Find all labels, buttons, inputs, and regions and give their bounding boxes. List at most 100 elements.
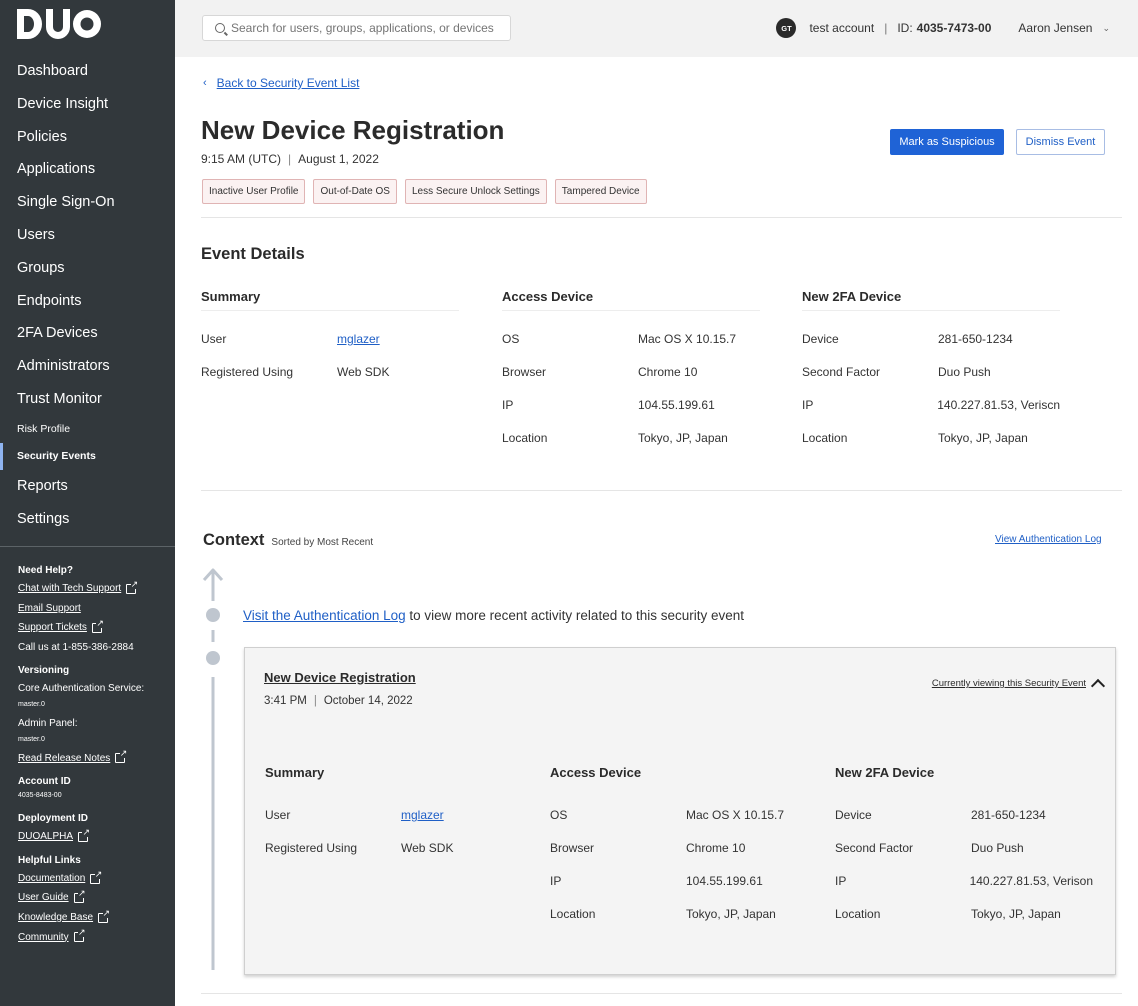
sidebar-nav: Dashboard Device Insight Policies Applic… — [0, 55, 175, 535]
detail-row: IP 104.55.199.61 — [550, 874, 763, 888]
detail-row: Second Factor Duo Push — [835, 841, 1024, 855]
access-device-column: Access Device OS Mac OS X 10.15.7 Browser… — [550, 765, 808, 931]
new-2fa-device-column: New 2FA Device Device 281-650-1234 Second… — [835, 765, 1093, 931]
event-date: August 1, 2022 — [298, 152, 379, 166]
admin-panel-label: Admin Panel: — [18, 717, 78, 729]
phone-number: Call us at 1-855-386-2884 — [18, 641, 134, 653]
summary-heading: Summary — [201, 289, 459, 311]
event-time: 9:15 AM (UTC) — [201, 152, 282, 166]
collapse-card-toggle[interactable]: Currently viewing this Security Event — [932, 676, 1106, 694]
top-bar: GT test account | ID: 4035-7473-00 Aaron… — [175, 0, 1138, 57]
duo-logo[interactable] — [17, 9, 101, 39]
sidebar-item-trust-monitor[interactable]: Trust Monitor — [0, 383, 175, 416]
core-auth-value: master.0 — [18, 700, 45, 708]
sidebar-item-single-sign-on[interactable]: Single Sign-On — [0, 186, 175, 219]
account-id-value: 4035-7473-00 — [916, 21, 992, 35]
external-link-icon — [73, 927, 86, 943]
email-support-link[interactable]: Email Support — [18, 599, 168, 619]
sidebar-item-dashboard[interactable]: Dashboard — [0, 55, 175, 88]
account-id-heading: Account ID — [18, 776, 71, 788]
search-input[interactable] — [231, 21, 501, 35]
admin-panel-value: master.0 — [18, 735, 45, 743]
account-area: GT test account | ID: 4035-7473-00 Aaron… — [776, 18, 1110, 38]
event-timestamp: 9:15 AM (UTC) | August 1, 2022 — [201, 152, 379, 166]
visit-auth-log-text: Visit the Authentication Log to view mor… — [243, 608, 745, 623]
sidebar-item-risk-profile[interactable]: Risk Profile — [0, 416, 175, 443]
sidebar-item-device-insight[interactable]: Device Insight — [0, 88, 175, 121]
chevron-down-icon[interactable]: ⌄ — [1102, 23, 1110, 34]
sidebar-item-settings[interactable]: Settings — [0, 503, 175, 536]
search-box[interactable] — [202, 15, 511, 41]
external-link-icon — [73, 888, 86, 904]
detail-row: Device 281-650-1234 — [835, 808, 1046, 822]
external-link-icon — [115, 748, 128, 764]
account-name: test account — [809, 21, 875, 35]
sidebar-item-endpoints[interactable]: Endpoints — [0, 285, 175, 318]
account-id-value: 4035-8483-00 — [18, 792, 62, 800]
card-title[interactable]: New Device Registration — [264, 670, 416, 685]
access-device-heading: Access Device — [502, 289, 760, 311]
deployment-id-heading: Deployment ID — [18, 813, 89, 825]
user-menu[interactable]: Aaron Jensen — [1018, 21, 1092, 35]
detail-row: Registered Using Web SDK — [201, 365, 390, 379]
sidebar-item-users[interactable]: Users — [0, 219, 175, 252]
detail-row: IP 104.55.199.61 — [502, 398, 715, 412]
user-link[interactable]: mglazer — [337, 332, 380, 346]
divider — [201, 993, 1122, 994]
access-device-column: Access Device OS Mac OS X 10.15.7 Browser… — [502, 289, 760, 455]
sidebar: Dashboard Device Insight Policies Applic… — [0, 0, 175, 1006]
external-link-icon — [90, 868, 103, 884]
risk-tags: Inactive User Profile Out-of-Date OS Les… — [202, 179, 647, 204]
sidebar-item-applications[interactable]: Applications — [0, 153, 175, 186]
mark-suspicious-button[interactable]: Mark as Suspicious — [890, 129, 1004, 155]
external-link-icon — [91, 617, 104, 633]
detail-row: Browser Chrome 10 — [550, 841, 746, 855]
knowledge-base-link[interactable]: Knowledge Base — [18, 907, 168, 928]
card-timestamp: 3:41 PM | October 14, 2022 — [264, 695, 413, 707]
detail-row: Location Tokyo, JP, Japan — [835, 907, 1061, 921]
detail-row: User mglazer — [265, 808, 444, 822]
sidebar-item-policies[interactable]: Policies — [0, 121, 175, 154]
search-icon — [215, 23, 225, 33]
new-2fa-device-column: New 2FA Device Device 281-650-1234 Second… — [802, 289, 1060, 455]
deployment-id-link[interactable]: DUOALPHA — [18, 826, 168, 847]
risk-tag: Less Secure Unlock Settings — [404, 179, 547, 204]
account-id-label: ID: — [897, 21, 913, 35]
page-title: New Device Registration — [201, 115, 505, 145]
release-notes-link[interactable]: Read Release Notes — [18, 748, 168, 769]
support-tickets-link[interactable]: Support Tickets — [18, 617, 168, 638]
chat-support-link[interactable]: Chat with Tech Support — [18, 578, 168, 599]
help-panel: Need Help? Chat with Tech Support Email … — [18, 565, 168, 947]
helpful-links-heading: Helpful Links — [18, 854, 81, 866]
sidebar-item-reports[interactable]: Reports — [0, 470, 175, 503]
need-help-heading: Need Help? — [18, 565, 74, 576]
documentation-link[interactable]: Documentation — [18, 868, 168, 889]
risk-tag: Out-of-Date OS — [313, 179, 397, 204]
sidebar-divider — [0, 546, 175, 547]
detail-row: OS Mac OS X 10.15.7 — [502, 332, 737, 346]
community-link[interactable]: Community — [18, 927, 168, 948]
detail-row: IP 140.227.81.53, Veriscn — [802, 398, 1060, 412]
breadcrumb: ‹ Back to Security Event List — [203, 76, 359, 90]
detail-row: Browser Chrome 10 — [502, 365, 698, 379]
sidebar-item-2fa-devices[interactable]: 2FA Devices — [0, 317, 175, 350]
avatar[interactable]: GT — [776, 18, 797, 38]
user-link[interactable]: mglazer — [401, 808, 444, 822]
sidebar-item-security-events[interactable]: Security Events — [0, 442, 175, 470]
back-link[interactable]: Back to Security Event List — [217, 76, 360, 90]
external-link-icon — [126, 578, 139, 594]
summary-column: Summary User mglazer Registered Using Web … — [265, 765, 523, 865]
sidebar-item-groups[interactable]: Groups — [0, 252, 175, 285]
divider — [201, 217, 1122, 218]
user-guide-link[interactable]: User Guide — [18, 888, 168, 908]
visit-auth-log-link[interactable]: Visit the Authentication Log — [243, 608, 406, 623]
detail-row: Device 281-650-1234 — [802, 332, 1013, 346]
dismiss-event-button[interactable]: Dismiss Event — [1016, 129, 1105, 155]
header-separator: | — [884, 21, 888, 35]
chevron-left-icon[interactable]: ‹ — [203, 77, 207, 89]
new-2fa-heading: New 2FA Device — [802, 289, 1060, 311]
sidebar-item-administrators[interactable]: Administrators — [0, 350, 175, 383]
view-auth-log-link[interactable]: View Authentication Log — [995, 534, 1102, 545]
detail-row: Location Tokyo, JP, Japan — [502, 431, 728, 445]
detail-row: IP 140.227.81.53, Verison — [835, 874, 1093, 888]
